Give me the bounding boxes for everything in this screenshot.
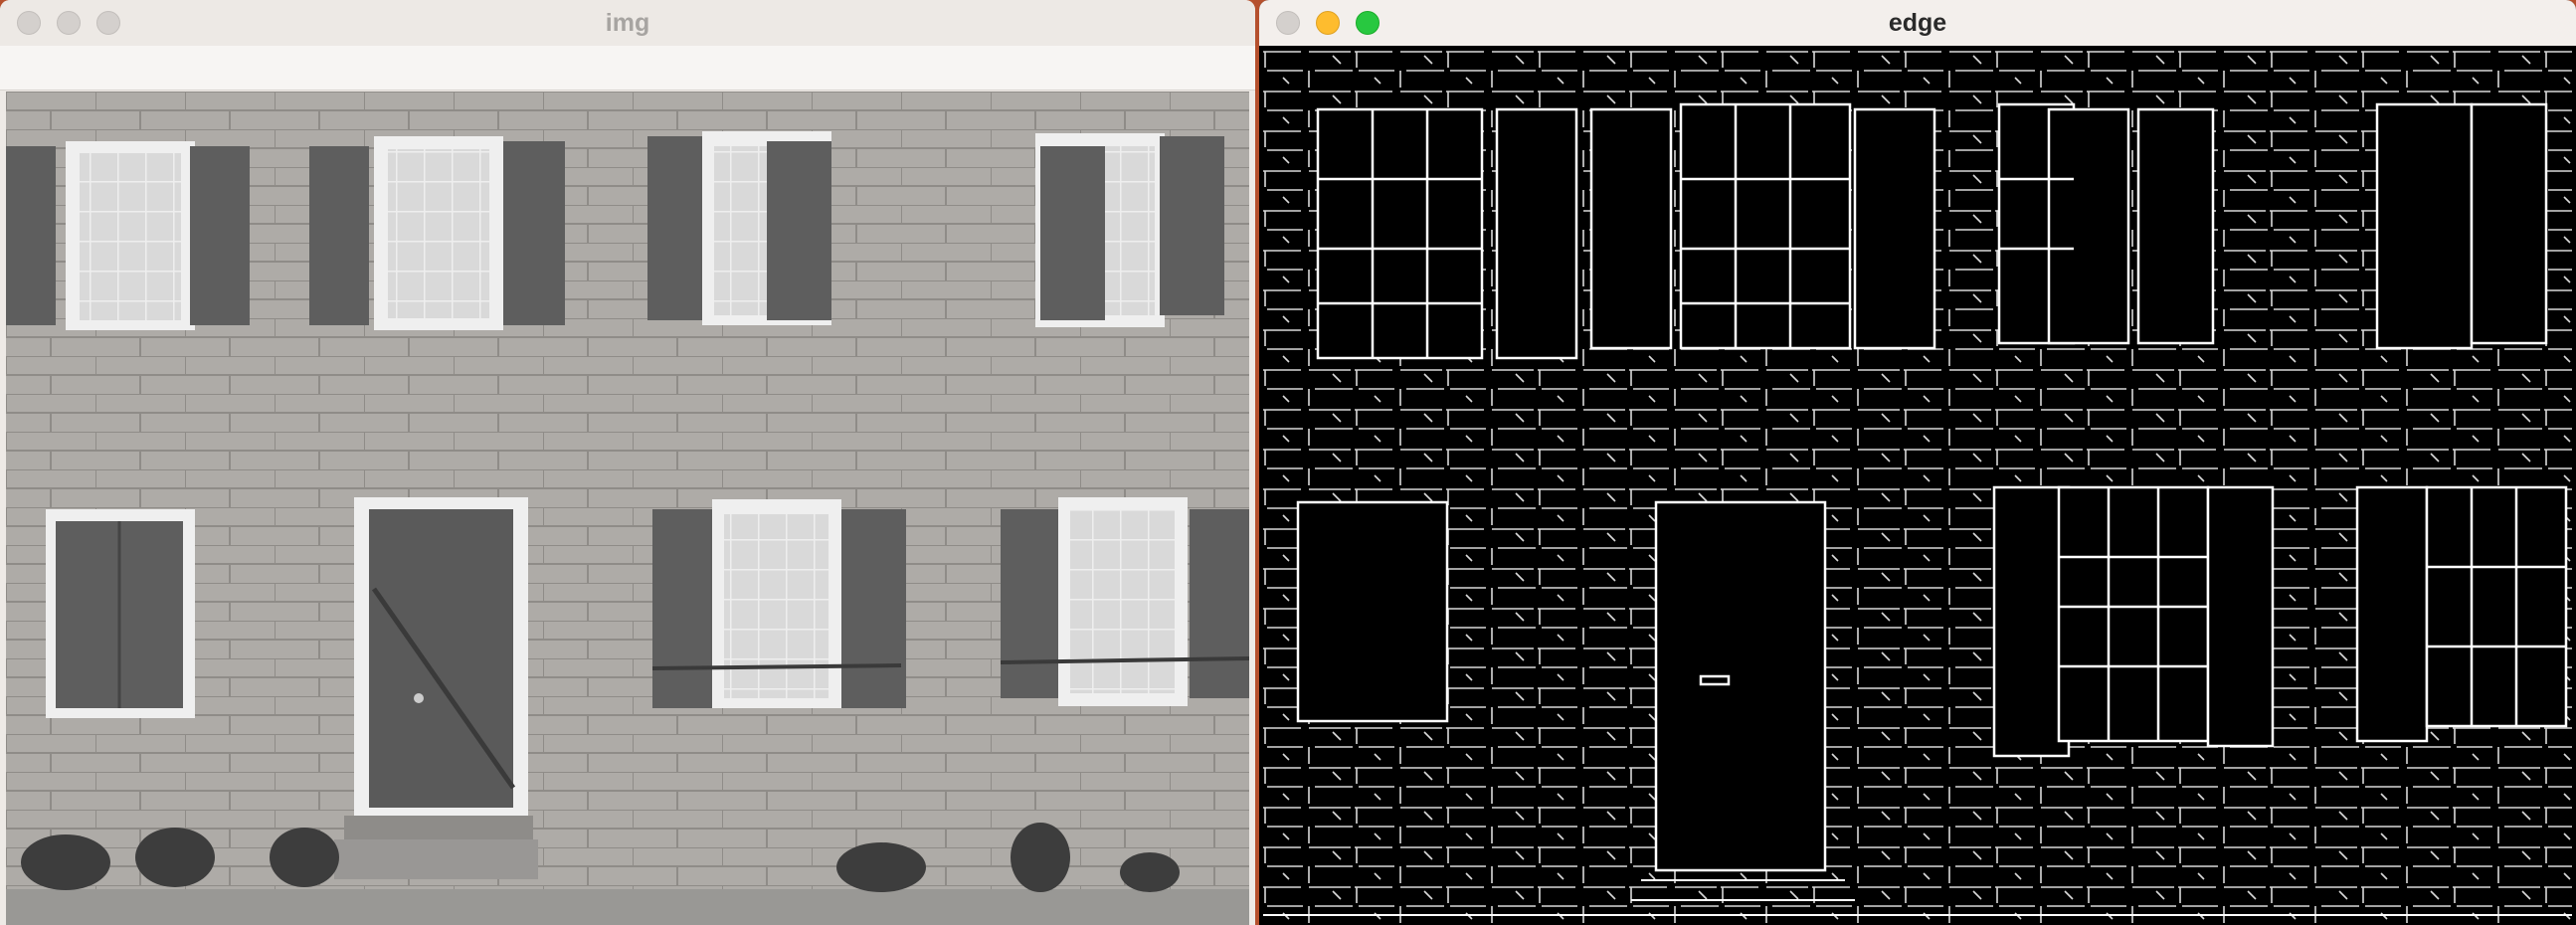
close-icon[interactable] bbox=[1276, 11, 1300, 35]
bottom-left-shuttered-window bbox=[46, 509, 195, 718]
top-window-2 bbox=[309, 136, 565, 330]
close-icon[interactable] bbox=[17, 11, 41, 35]
img-traffic-lights bbox=[17, 11, 120, 35]
front-door bbox=[334, 497, 538, 879]
edge-titlebar[interactable]: edge bbox=[1259, 0, 2576, 46]
bottom-window-right bbox=[1000, 497, 1249, 706]
img-window: img bbox=[0, 0, 1255, 925]
top-window-3 bbox=[647, 131, 831, 325]
edge-map bbox=[1263, 50, 2572, 925]
edge-traffic-lights bbox=[1276, 11, 1380, 35]
img-window-title: img bbox=[605, 8, 650, 37]
minimize-icon[interactable] bbox=[57, 11, 81, 35]
top-window-1 bbox=[6, 141, 250, 330]
img-canvas[interactable] bbox=[6, 92, 1249, 925]
bottom-window-middle bbox=[651, 499, 906, 708]
minimize-icon[interactable] bbox=[1316, 11, 1340, 35]
img-toolbar-strip bbox=[0, 46, 1255, 91]
img-titlebar[interactable]: img bbox=[0, 0, 1255, 46]
top-window-4 bbox=[1035, 133, 1224, 327]
building-photo bbox=[6, 92, 1249, 925]
maximize-icon[interactable] bbox=[1356, 11, 1380, 35]
edge-window: edge bbox=[1259, 0, 2576, 925]
edge-canvas[interactable] bbox=[1263, 50, 2572, 925]
maximize-icon[interactable] bbox=[96, 11, 120, 35]
edge-window-title: edge bbox=[1888, 8, 1947, 37]
